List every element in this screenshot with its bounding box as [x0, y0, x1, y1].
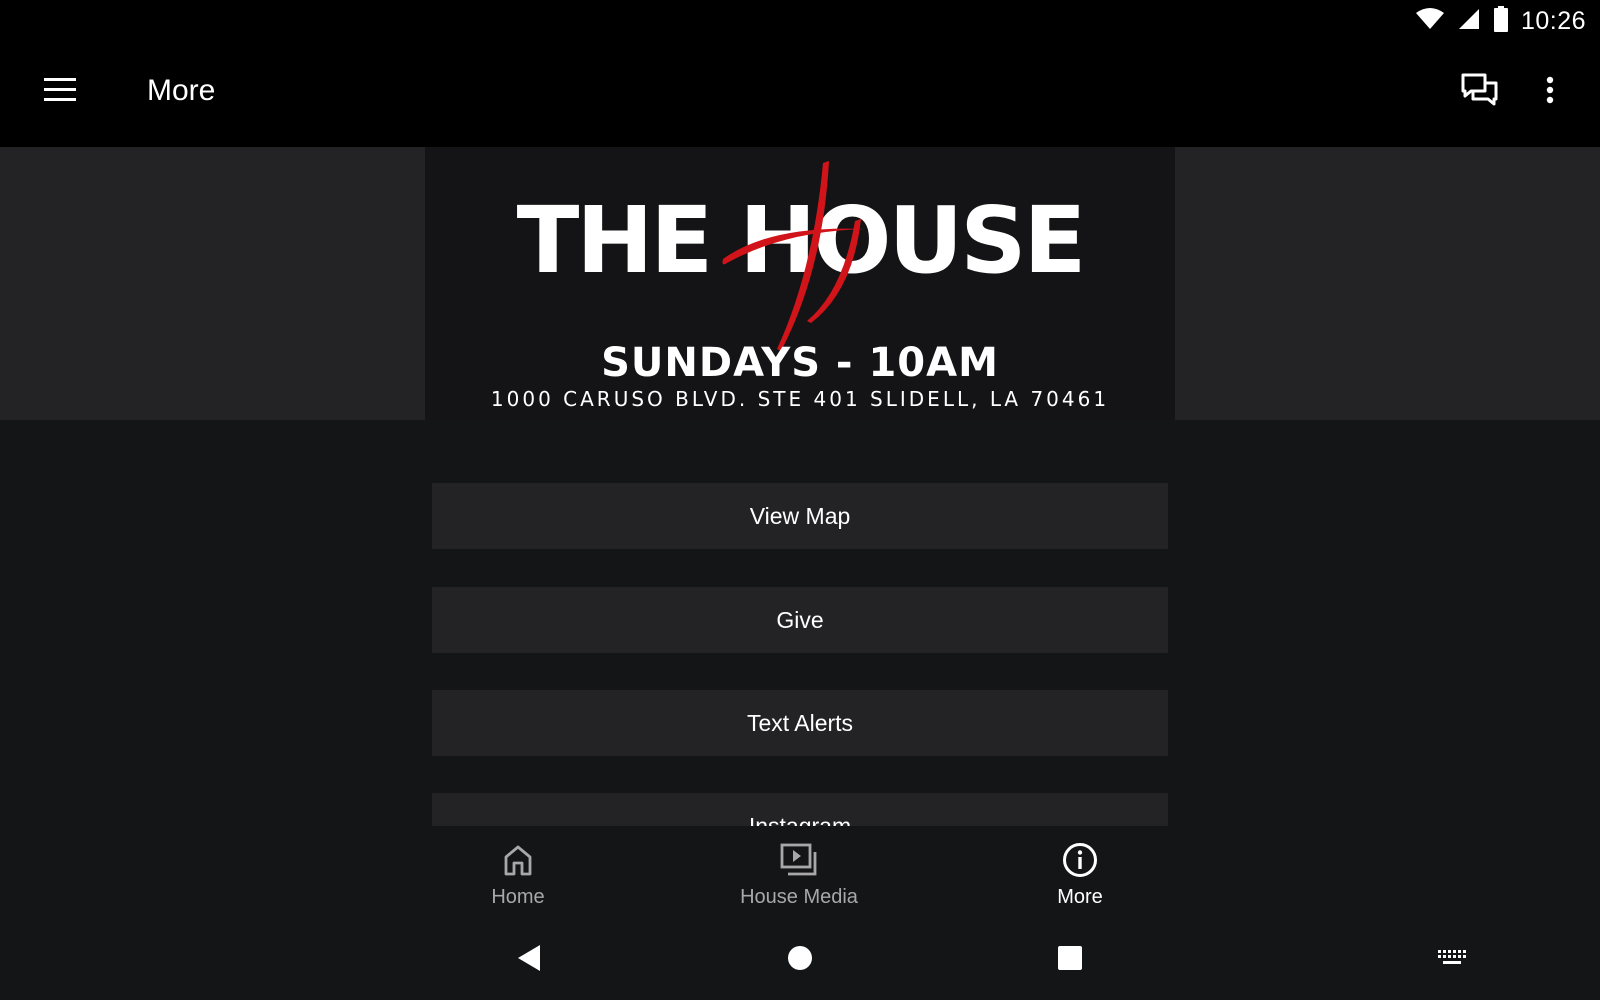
church-address: 1000 CARUSO BLVD. STE 401 SLIDELL, LA 70… — [490, 387, 1110, 411]
status-icons: 10:26 — [1415, 5, 1586, 37]
logo-accent-slash — [777, 161, 829, 351]
logo-accent-swoosh — [722, 228, 865, 265]
nav-label-house-media: House Media — [740, 886, 858, 908]
banner-image: THE HOUSE SUNDAYS - 10AM 1000 CARUSO BLV… — [425, 147, 1175, 420]
text-alerts-button[interactable]: Text Alerts — [432, 690, 1168, 756]
home-icon — [503, 840, 533, 880]
view-map-button[interactable]: View Map — [432, 483, 1168, 549]
status-bar: 10:26 — [0, 0, 1600, 44]
navigation-drawer-button[interactable] — [36, 72, 84, 112]
logo-accent-mark — [722, 161, 865, 351]
recents-icon — [1057, 945, 1083, 976]
chat-button[interactable] — [1456, 70, 1504, 114]
nav-label-home: Home — [491, 886, 545, 908]
app-screen: 10:26 More THE HOUSE SUNDAYS - 10AM 1000… — [0, 0, 1600, 1000]
system-navigation-bar — [0, 922, 1600, 1000]
media-icon — [780, 840, 818, 880]
church-logo: THE HOUSE — [425, 161, 1175, 351]
actions-list: View Map Give Text Alerts Instagram — [0, 420, 1600, 826]
home-circle-icon — [787, 945, 813, 976]
battery-icon — [1493, 5, 1509, 37]
system-home-button[interactable] — [772, 938, 828, 982]
nav-item-more[interactable]: More — [980, 840, 1180, 916]
nav-label-more: More — [1057, 886, 1103, 908]
overflow-menu-button[interactable] — [1530, 70, 1570, 114]
page-title: More — [147, 74, 216, 107]
keyboard-button[interactable] — [1424, 938, 1480, 982]
app-bar: More — [0, 44, 1600, 147]
wifi-icon — [1415, 7, 1445, 36]
give-button[interactable]: Give — [432, 587, 1168, 653]
back-icon — [516, 943, 542, 978]
keyboard-icon — [1438, 949, 1466, 971]
recents-button[interactable] — [1042, 938, 1098, 982]
instagram-button[interactable]: Instagram — [432, 793, 1168, 826]
nav-item-home[interactable]: Home — [418, 840, 618, 916]
back-button[interactable] — [501, 938, 557, 982]
chat-icon — [1461, 73, 1499, 112]
service-schedule: SUNDAYS - 10AM — [601, 340, 999, 386]
nav-item-house-media[interactable]: House Media — [699, 840, 899, 916]
info-icon — [1062, 840, 1098, 880]
overflow-menu-icon — [1546, 76, 1554, 109]
hamburger-menu-icon — [43, 77, 77, 108]
cell-signal-icon — [1457, 7, 1481, 36]
status-time: 10:26 — [1520, 6, 1586, 35]
bottom-navigation: Home House Media More — [0, 826, 1600, 922]
